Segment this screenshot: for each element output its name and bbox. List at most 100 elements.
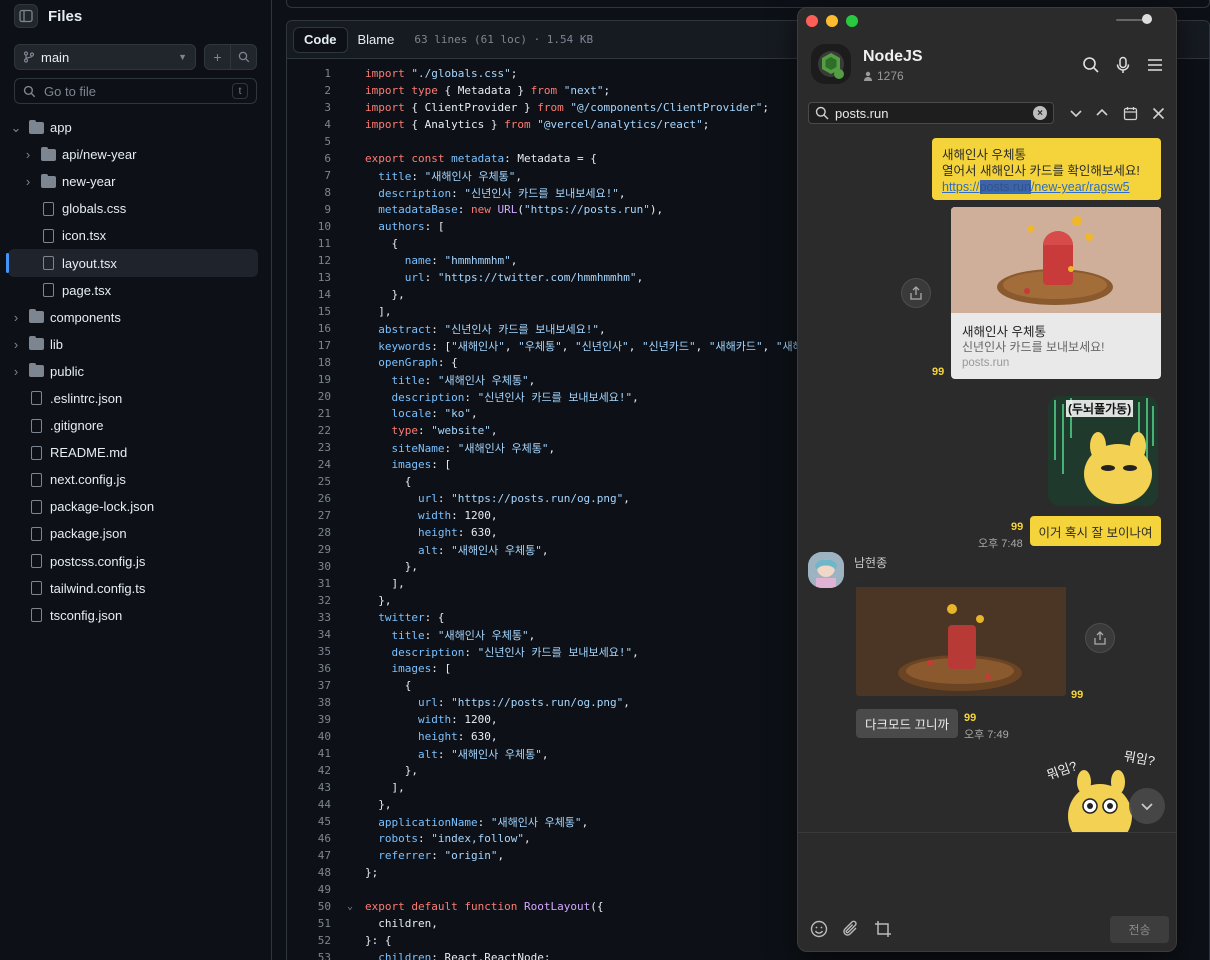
line-number[interactable]: 12 [287,254,335,267]
collapse-sidebar-button[interactable] [14,4,38,28]
member-count[interactable]: 1276 [863,69,904,83]
tree-file[interactable]: globals.css [8,195,258,222]
scroll-to-bottom-button[interactable] [1129,788,1165,824]
attach-file-button[interactable] [840,918,862,940]
next-result-button[interactable] [1067,104,1085,122]
voice-call-button[interactable] [1112,54,1134,76]
clear-search-icon[interactable]: × [1033,106,1047,120]
share-button[interactable] [1085,623,1115,653]
line-number[interactable]: 7 [287,169,335,182]
line-number[interactable]: 46 [287,832,335,845]
line-number[interactable]: 44 [287,798,335,811]
line-number[interactable]: 36 [287,662,335,675]
chat-search-button[interactable] [1080,54,1102,76]
line-number[interactable]: 38 [287,696,335,709]
line-number[interactable]: 40 [287,730,335,743]
line-number[interactable]: 50 [287,900,335,913]
line-number[interactable]: 41 [287,747,335,760]
line-number[interactable]: 53 [287,951,335,960]
tree-file[interactable]: postcss.config.js [8,548,258,575]
outgoing-message[interactable]: 이거 혹시 잘 보이나여 [1030,516,1161,546]
line-number[interactable]: 21 [287,407,335,420]
minimize-window-button[interactable] [826,15,838,27]
tree-file[interactable]: .eslintrc.json [8,385,258,412]
line-number[interactable]: 10 [287,220,335,233]
line-number[interactable]: 32 [287,594,335,607]
message-input-area[interactable]: 전송 [798,832,1176,951]
line-number[interactable]: 19 [287,373,335,386]
line-number[interactable]: 18 [287,356,335,369]
sender-avatar[interactable] [808,552,844,588]
close-window-button[interactable] [806,15,818,27]
tree-folder[interactable]: › api/new-year [8,141,258,168]
tree-file[interactable]: next.config.js [8,466,258,493]
branch-selector[interactable]: main ▼ [14,44,196,70]
line-number[interactable]: 51 [287,917,335,930]
message-list[interactable]: 새해인사 우체통 열어서 새해인사 카드를 확인해보세요! https://po… [798,132,1176,832]
share-button[interactable] [901,278,931,308]
line-number[interactable]: 34 [287,628,335,641]
line-number[interactable]: 11 [287,237,335,250]
line-number[interactable]: 29 [287,543,335,556]
tree-file[interactable]: icon.tsx [8,222,258,249]
line-number[interactable]: 23 [287,441,335,454]
line-number[interactable]: 24 [287,458,335,471]
tree-file[interactable]: tsconfig.json [8,602,258,629]
line-number[interactable]: 1 [287,67,335,80]
date-search-button[interactable] [1121,104,1139,122]
line-number[interactable]: 45 [287,815,335,828]
line-number[interactable]: 28 [287,526,335,539]
zoom-window-button[interactable] [846,15,858,27]
tree-folder[interactable]: › lib [8,331,258,358]
tab-blame[interactable]: Blame [348,27,405,53]
add-file-button[interactable]: + [205,45,230,69]
opacity-slider-knob[interactable] [1142,14,1152,24]
fold-chevron-icon[interactable]: ⌄ [335,901,365,912]
line-number[interactable]: 37 [287,679,335,692]
tree-folder[interactable]: › new-year [8,168,258,195]
line-number[interactable]: 30 [287,560,335,573]
line-number[interactable]: 2 [287,84,335,97]
emoji-button[interactable] [808,918,830,940]
chat-menu-button[interactable] [1144,54,1166,76]
send-button[interactable]: 전송 [1110,916,1169,943]
tree-file[interactable]: README.md [8,439,258,466]
line-number[interactable]: 49 [287,883,335,896]
line-number[interactable]: 6 [287,152,335,165]
go-to-file-input[interactable]: Go to file t [14,78,257,104]
previous-result-button[interactable] [1093,104,1111,122]
room-avatar[interactable] [811,44,851,84]
line-number[interactable]: 5 [287,135,335,148]
line-number[interactable]: 13 [287,271,335,284]
line-number[interactable]: 39 [287,713,335,726]
line-number[interactable]: 31 [287,577,335,590]
line-number[interactable]: 33 [287,611,335,624]
tab-code[interactable]: Code [293,26,348,53]
line-number[interactable]: 48 [287,866,335,879]
line-number[interactable]: 9 [287,203,335,216]
tree-file[interactable]: tailwind.config.ts [8,575,258,602]
line-number[interactable]: 4 [287,118,335,131]
line-number[interactable]: 20 [287,390,335,403]
line-number[interactable]: 15 [287,305,335,318]
line-number[interactable]: 47 [287,849,335,862]
tree-folder[interactable]: › components [8,304,258,331]
incoming-message[interactable]: 다크모드 끄니까 [856,709,958,738]
line-number[interactable]: 26 [287,492,335,505]
tree-file[interactable]: package.json [8,520,258,547]
outgoing-message-link[interactable]: 새해인사 우체통 열어서 새해인사 카드를 확인해보세요! https://po… [932,138,1161,200]
sticker-image[interactable]: (두뇌풀가동) [1048,396,1158,506]
tree-file[interactable]: .gitignore [8,412,258,439]
link-preview-card[interactable]: 새해인사 우체통 신년인사 카드를 보내보세요! posts.run [951,207,1161,379]
photo-message[interactable] [856,581,1066,696]
line-number[interactable]: 42 [287,764,335,777]
search-files-button[interactable] [230,45,256,69]
screen-capture-button[interactable] [872,918,894,940]
line-number[interactable]: 3 [287,101,335,114]
line-number[interactable]: 16 [287,322,335,335]
line-number[interactable]: 8 [287,186,335,199]
line-number[interactable]: 22 [287,424,335,437]
line-number[interactable]: 52 [287,934,335,947]
line-number[interactable]: 27 [287,509,335,522]
tree-folder[interactable]: ⌄ app [8,114,258,141]
